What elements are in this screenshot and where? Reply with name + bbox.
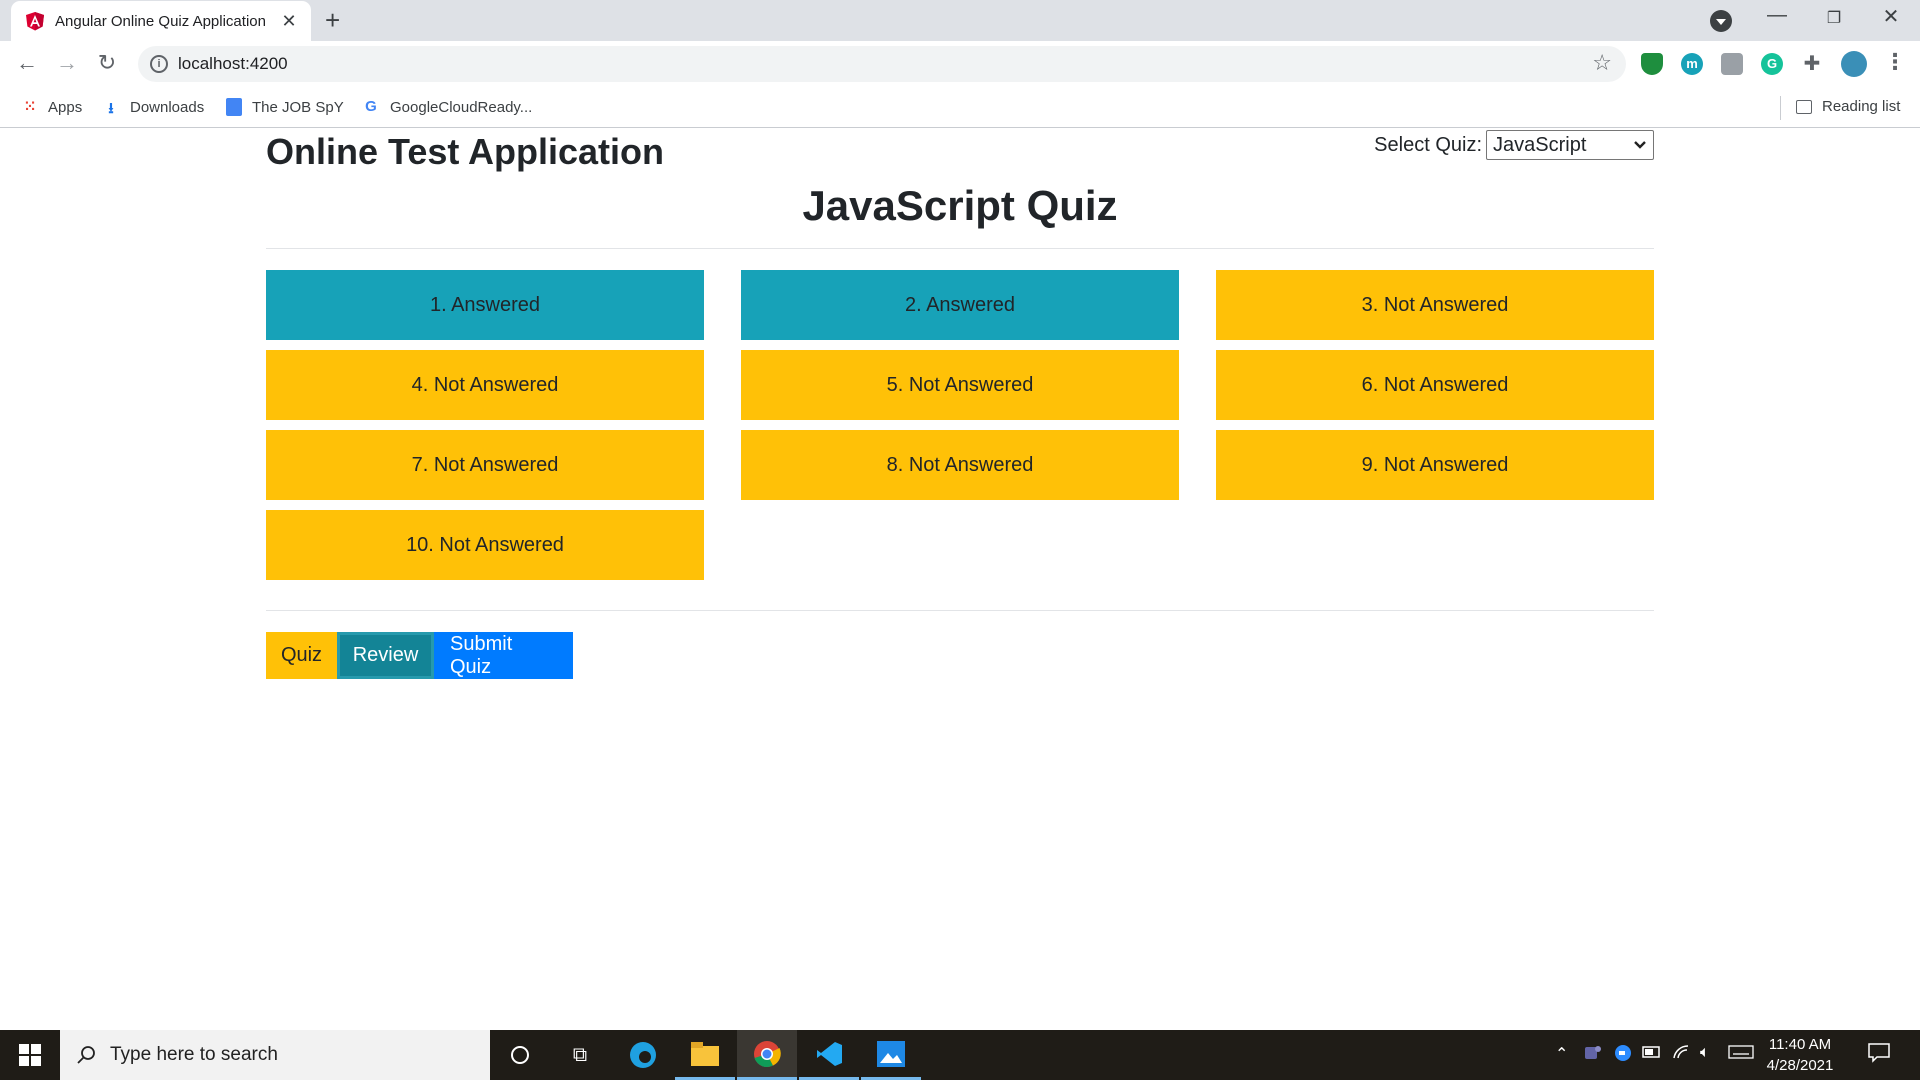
- clock-time: 11:40 AM: [1768, 1036, 1832, 1053]
- bookmark-downloads[interactable]: ⭳ Downloads: [102, 98, 205, 118]
- submit-quiz-button[interactable]: Submit Quiz: [434, 632, 573, 679]
- app-container: Online Test Application Select Quiz: Jav…: [266, 129, 1654, 1030]
- tab-search-icon[interactable]: [1710, 10, 1732, 32]
- google-icon: G: [365, 98, 377, 115]
- show-hidden-icons-icon[interactable]: ⌃: [1555, 1044, 1568, 1064]
- bookmark-apps[interactable]: ⁙ Apps: [20, 98, 82, 116]
- question-status-1[interactable]: 1. Answered: [266, 270, 704, 340]
- zoom-tray-icon[interactable]: [1614, 1044, 1632, 1067]
- question-status-10[interactable]: 10. Not Answered: [266, 510, 704, 580]
- camera-extension-icon[interactable]: [1721, 53, 1743, 75]
- m-extension-icon[interactable]: m: [1681, 53, 1703, 75]
- site-info-icon[interactable]: i: [150, 55, 168, 73]
- chrome-taskbar-icon[interactable]: [737, 1030, 797, 1080]
- search-icon: [77, 1046, 95, 1064]
- divider-top: [266, 248, 1654, 249]
- bookmarks-bar: ⁙ Apps ⭳ Downloads The JOB SpY G GoogleC…: [0, 88, 1920, 128]
- action-buttons: Quiz Review Submit Quiz: [266, 632, 573, 679]
- bookmark-google-cloud[interactable]: G GoogleCloudReady...: [362, 98, 532, 116]
- browser-toolbar: ← → ↻ i localhost:4200 ☆ m G ✚ ⋮: [0, 41, 1920, 88]
- chevron-down-icon: [1634, 141, 1646, 149]
- question-status-8[interactable]: 8. Not Answered: [741, 430, 1179, 500]
- new-tab-icon[interactable]: +: [325, 6, 340, 34]
- clock-date: 4/28/2021: [1766, 1057, 1834, 1074]
- taskbar-search[interactable]: Type here to search: [60, 1030, 490, 1080]
- reading-list[interactable]: Reading list: [1796, 98, 1900, 115]
- teams-tray-icon[interactable]: [1584, 1044, 1602, 1067]
- bookmark-label: The JOB SpY: [252, 98, 344, 116]
- search-placeholder: Type here to search: [110, 1044, 278, 1065]
- restore-icon[interactable]: ❐: [1814, 8, 1854, 28]
- reload-icon[interactable]: ↻: [92, 50, 122, 76]
- question-status-2[interactable]: 2. Answered: [741, 270, 1179, 340]
- question-status-6[interactable]: 6. Not Answered: [1216, 350, 1654, 420]
- extensions-puzzle-icon[interactable]: ✚: [1801, 53, 1823, 75]
- apps-grid-icon: ⁙: [24, 98, 36, 114]
- chrome-menu-icon[interactable]: ⋮: [1884, 49, 1906, 75]
- file-explorer-icon[interactable]: [675, 1030, 735, 1080]
- reading-list-icon: [1796, 99, 1812, 114]
- close-window-icon[interactable]: ✕: [1871, 4, 1911, 29]
- divider-bottom: [266, 610, 1654, 611]
- question-status-5[interactable]: 5. Not Answered: [741, 350, 1179, 420]
- shield-extension-icon[interactable]: [1641, 53, 1663, 75]
- taskbar-clock[interactable]: 11:40 AM 4/28/2021: [1760, 1034, 1840, 1076]
- cortana-icon[interactable]: [490, 1030, 550, 1080]
- address-bar[interactable]: i localhost:4200 ☆: [138, 46, 1626, 82]
- tab-title: Angular Online Quiz Application: [55, 12, 266, 30]
- quiz-select-dropdown[interactable]: JavaScript: [1486, 130, 1654, 160]
- question-status-9[interactable]: 9. Not Answered: [1216, 430, 1654, 500]
- selected-quiz-value: JavaScript: [1493, 133, 1587, 156]
- document-icon: [226, 98, 242, 116]
- close-tab-icon[interactable]: ✕: [279, 11, 299, 32]
- task-view-icon[interactable]: ⧉: [550, 1030, 610, 1080]
- wifi-icon[interactable]: [1672, 1044, 1690, 1065]
- bookmark-job-spy[interactable]: The JOB SpY: [226, 98, 344, 116]
- question-status-3[interactable]: 3. Not Answered: [1216, 270, 1654, 340]
- question-status-4[interactable]: 4. Not Answered: [266, 350, 704, 420]
- bookmark-label: Apps: [48, 98, 83, 116]
- profile-avatar[interactable]: [1841, 51, 1867, 77]
- review-button[interactable]: Review: [337, 632, 434, 679]
- browser-tab[interactable]: Angular Online Quiz Application ✕: [11, 1, 311, 41]
- reading-list-label: Reading list: [1822, 98, 1901, 115]
- back-icon[interactable]: ←: [12, 50, 42, 76]
- windows-taskbar: Type here to search ⧉ ⌃ 🔈︎ 11:40 AM 4/28…: [0, 1030, 1920, 1080]
- forward-icon[interactable]: →: [52, 50, 82, 76]
- keyboard-icon[interactable]: [1728, 1044, 1754, 1065]
- download-icon: ⭳: [108, 100, 114, 117]
- photos-icon[interactable]: [861, 1030, 921, 1080]
- quiz-button[interactable]: Quiz: [266, 632, 337, 679]
- angular-icon: [26, 12, 44, 31]
- battery-tray-icon[interactable]: [1642, 1044, 1662, 1065]
- page-content: Online Test Application Select Quiz: Jav…: [0, 129, 1920, 1030]
- bookmark-label: Downloads: [130, 98, 205, 116]
- vscode-icon[interactable]: [799, 1030, 859, 1080]
- bookmark-star-icon[interactable]: ☆: [1592, 50, 1612, 76]
- volume-icon[interactable]: 🔈︎: [1700, 1044, 1710, 1062]
- app-title: Online Test Application: [266, 131, 665, 172]
- url-text: localhost:4200: [178, 54, 288, 73]
- minimize-icon[interactable]: —: [1757, 4, 1797, 27]
- bookmarks-divider: [1780, 96, 1781, 120]
- edge-icon[interactable]: [613, 1030, 673, 1080]
- quiz-title: JavaScript Quiz: [802, 182, 1118, 229]
- bookmark-label: GoogleCloudReady...: [390, 98, 533, 116]
- windows-start-icon[interactable]: [0, 1030, 60, 1080]
- notifications-icon[interactable]: [1868, 1043, 1890, 1068]
- tab-strip: Angular Online Quiz Application ✕ + — ❐ …: [0, 0, 1920, 41]
- question-status-7[interactable]: 7. Not Answered: [266, 430, 704, 500]
- quiz-selector: Select Quiz: JavaScript: [1374, 130, 1654, 160]
- select-quiz-label: Select Quiz:: [1374, 133, 1482, 156]
- grammarly-icon[interactable]: G: [1761, 53, 1783, 75]
